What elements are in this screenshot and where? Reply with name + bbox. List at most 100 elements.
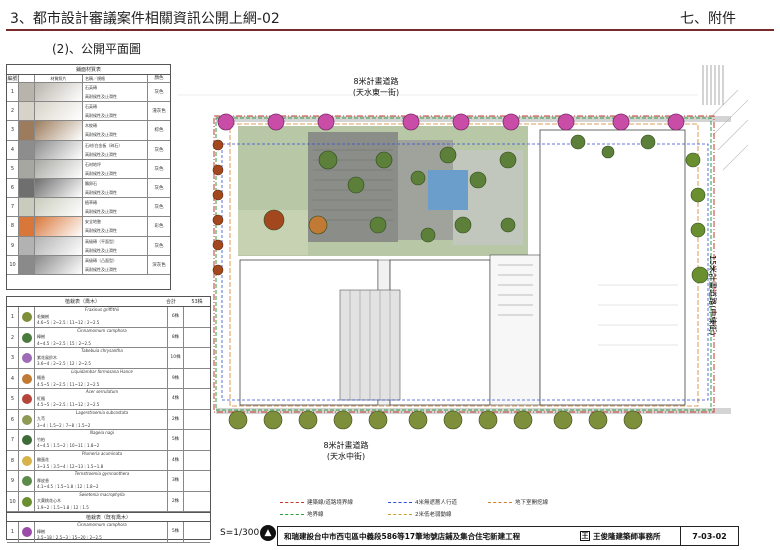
material-color: 灰色 [154, 90, 164, 95]
material-name: 木紋磚 高耐候性及止滑性 [83, 121, 148, 140]
material-no: 10 [7, 255, 19, 274]
tree-no: 9 [7, 471, 19, 491]
col-color: 顏色 [154, 76, 164, 81]
building-core [489, 254, 541, 406]
material-name: 鵝卵石 高耐候性及止滑性 [83, 178, 148, 198]
building-east [539, 129, 686, 406]
tree-desc: Fraxinus griffithii 毛欒樹 4.6~5｜2~2.5｜11~12｜… [35, 307, 168, 327]
material-swatch-small [19, 198, 35, 217]
legend-elderly-path: 2米低老弱動線 [388, 510, 452, 518]
material-no: 3 [7, 121, 19, 140]
firm: 王 王俊隆建築師事務所 [580, 531, 680, 542]
tree-desc: Acer serrulatum 紅楓 4.5~5｜2~2.5｜11~12｜2~2.5 [35, 389, 168, 409]
east-road-label: 15米計畫道路(中棟街) [708, 255, 717, 336]
firm-logo-icon: 王 [580, 531, 590, 541]
tree-desc: Cinnamomum camphora 樟樹 4~4.5｜2~2.5｜15｜2~2.… [35, 327, 168, 347]
tree-desc: Cinnamomum camphora 樟樹 3.5~18｜2.5~3｜15~20｜… [35, 522, 168, 542]
material-color: 深灰色 [152, 262, 166, 268]
material-swatch [35, 236, 83, 255]
tree-row: 10 Swietenia macrophylla 大葉桃花心木 1.9~2｜1.5~1… [7, 491, 210, 512]
material-row: 5 石材地坪 高耐候性及止滑性 灰色 [7, 159, 170, 179]
material-color: 灰色 [154, 185, 164, 191]
north-sidewalk [216, 116, 731, 122]
material-color: 淺灰色 [152, 109, 166, 115]
tree-desc: Ternstroemia gymnanthera 厚皮香 4.1~4.5｜1.5~1… [35, 471, 168, 491]
header-rule [6, 29, 774, 31]
tree-no: 6 [7, 409, 19, 429]
material-row: 1 石英磚 高耐候性及止滑性 灰色 [7, 83, 170, 103]
legend-building-line: 建築線/道路境界線 [280, 498, 353, 506]
tree-no: 10 [7, 491, 19, 511]
site-plan: 8米計畫道路 (天水東一街) 8米計畫道路 (天水中街) 15米計畫道路(中棟街… [178, 60, 749, 475]
tree-icon [19, 471, 35, 491]
material-row: 10 高級磚（凸面型） 高耐候性及止滑性 深灰色 [7, 255, 170, 275]
scale-label: S=1/300 [220, 528, 260, 538]
building-center [389, 259, 491, 406]
tree-table-title: 植栽表（喬木） [64, 299, 100, 305]
material-swatch [35, 140, 83, 159]
material-color: 灰色 [154, 205, 164, 211]
material-name: 石英磚 高耐候性及止滑性 [83, 102, 148, 121]
section-label: 七、附件 [680, 11, 736, 27]
material-row: 9 高級磚（平面型） 高耐候性及止滑性 灰色 [7, 236, 170, 256]
sheet-code: 7-03-02 [680, 527, 738, 545]
water-feature [428, 170, 468, 210]
material-no: 6 [7, 178, 19, 198]
material-name: 石材地坪 高耐候性及止滑性 [83, 159, 148, 178]
material-color: 棕色 [154, 128, 164, 134]
material-name: 高級磚（平面型） 高耐候性及止滑性 [83, 236, 148, 255]
existing-tree-heading: 植栽表（既有喬木） [7, 512, 210, 522]
material-no: 8 [7, 217, 19, 236]
tree-desc: Liquidambar formosana Hance 楓香 4.5~5｜2~2.5… [35, 368, 168, 388]
tree-icon [19, 430, 35, 450]
material-no: 9 [7, 236, 19, 255]
material-swatch-small [19, 236, 35, 255]
material-swatch [35, 83, 83, 102]
tree-qty: 5株 [168, 522, 184, 542]
material-swatch [35, 102, 83, 121]
tree-icon [19, 450, 35, 470]
tree-no: 1 [7, 307, 19, 327]
south-road-label: 8米計畫道路 (天水中街) [323, 441, 369, 461]
south-sidewalk [216, 408, 731, 414]
material-swatch-small [19, 102, 35, 121]
col-name: 名稱／規格 [83, 75, 148, 82]
tree-no: 8 [7, 450, 19, 470]
material-row: 8 安全地墊 高耐候性及止滑性 彩色 [7, 217, 170, 237]
tree-icon [19, 522, 35, 542]
material-swatch [35, 217, 83, 236]
material-swatch-small [19, 217, 35, 236]
north-arrow-icon: ▲ [260, 525, 276, 541]
tree-desc: Lagerstroemia subcostata 九芎 3~4｜1.5~2｜7~8｜… [35, 409, 168, 429]
material-swatch [35, 159, 83, 178]
tree-icon [19, 368, 35, 388]
tree-icon [19, 409, 35, 429]
material-row: 3 木紋磚 高耐候性及止滑性 棕色 [7, 121, 170, 141]
tree-icon [19, 348, 35, 368]
legend-basement: 地下室開挖線 [488, 498, 548, 506]
tree-qty: 2株 [168, 491, 184, 511]
material-row: 4 石材/白金板（碎石） 高耐候性及止滑性 灰色 [7, 140, 170, 160]
tree-icon [19, 327, 35, 347]
material-name: 安全地墊 高耐候性及止滑性 [83, 217, 148, 236]
material-color: 灰色 [154, 243, 164, 249]
firm-name: 王俊隆建築師事務所 [593, 531, 661, 541]
legend-property: 地界線 [280, 510, 324, 518]
tree-icon [19, 491, 35, 511]
tree-row: 1 Cinnamomum camphora 樟樹 3.5~18｜2.5~3｜15~20… [7, 522, 210, 543]
page: 3、都市設計審議案件相關資訊公開上網-02 七、附件 (2)、公開平面圖 鋪面材… [0, 0, 780, 550]
tree-remark [184, 492, 210, 512]
material-row: 6 鵝卵石 高耐候性及止滑性 灰色 [7, 178, 170, 199]
material-swatch-small [19, 255, 35, 274]
legend-pedestrian: 4米無遮簷人行道 [388, 498, 457, 506]
material-no: 7 [7, 198, 19, 217]
tree-no: 4 [7, 368, 19, 388]
material-swatch [35, 198, 83, 217]
north-road-label: 8米計畫道路 (天水東一街) [352, 77, 400, 97]
materials-table-columns: 編號 材質照片 名稱／規格 顏色 [7, 75, 170, 83]
title-block: 和瑞建設台中市西屯區中義段586等17筆地號店鋪及集合住宅新建工程 王 王俊隆建… [277, 526, 739, 546]
tree-no: 7 [7, 430, 19, 450]
material-row: 7 植草磚 高耐候性及止滑性 灰色 [7, 198, 170, 218]
materials-table-heading: 鋪面材質表 [7, 65, 170, 75]
col-no: 編號 [7, 75, 19, 82]
